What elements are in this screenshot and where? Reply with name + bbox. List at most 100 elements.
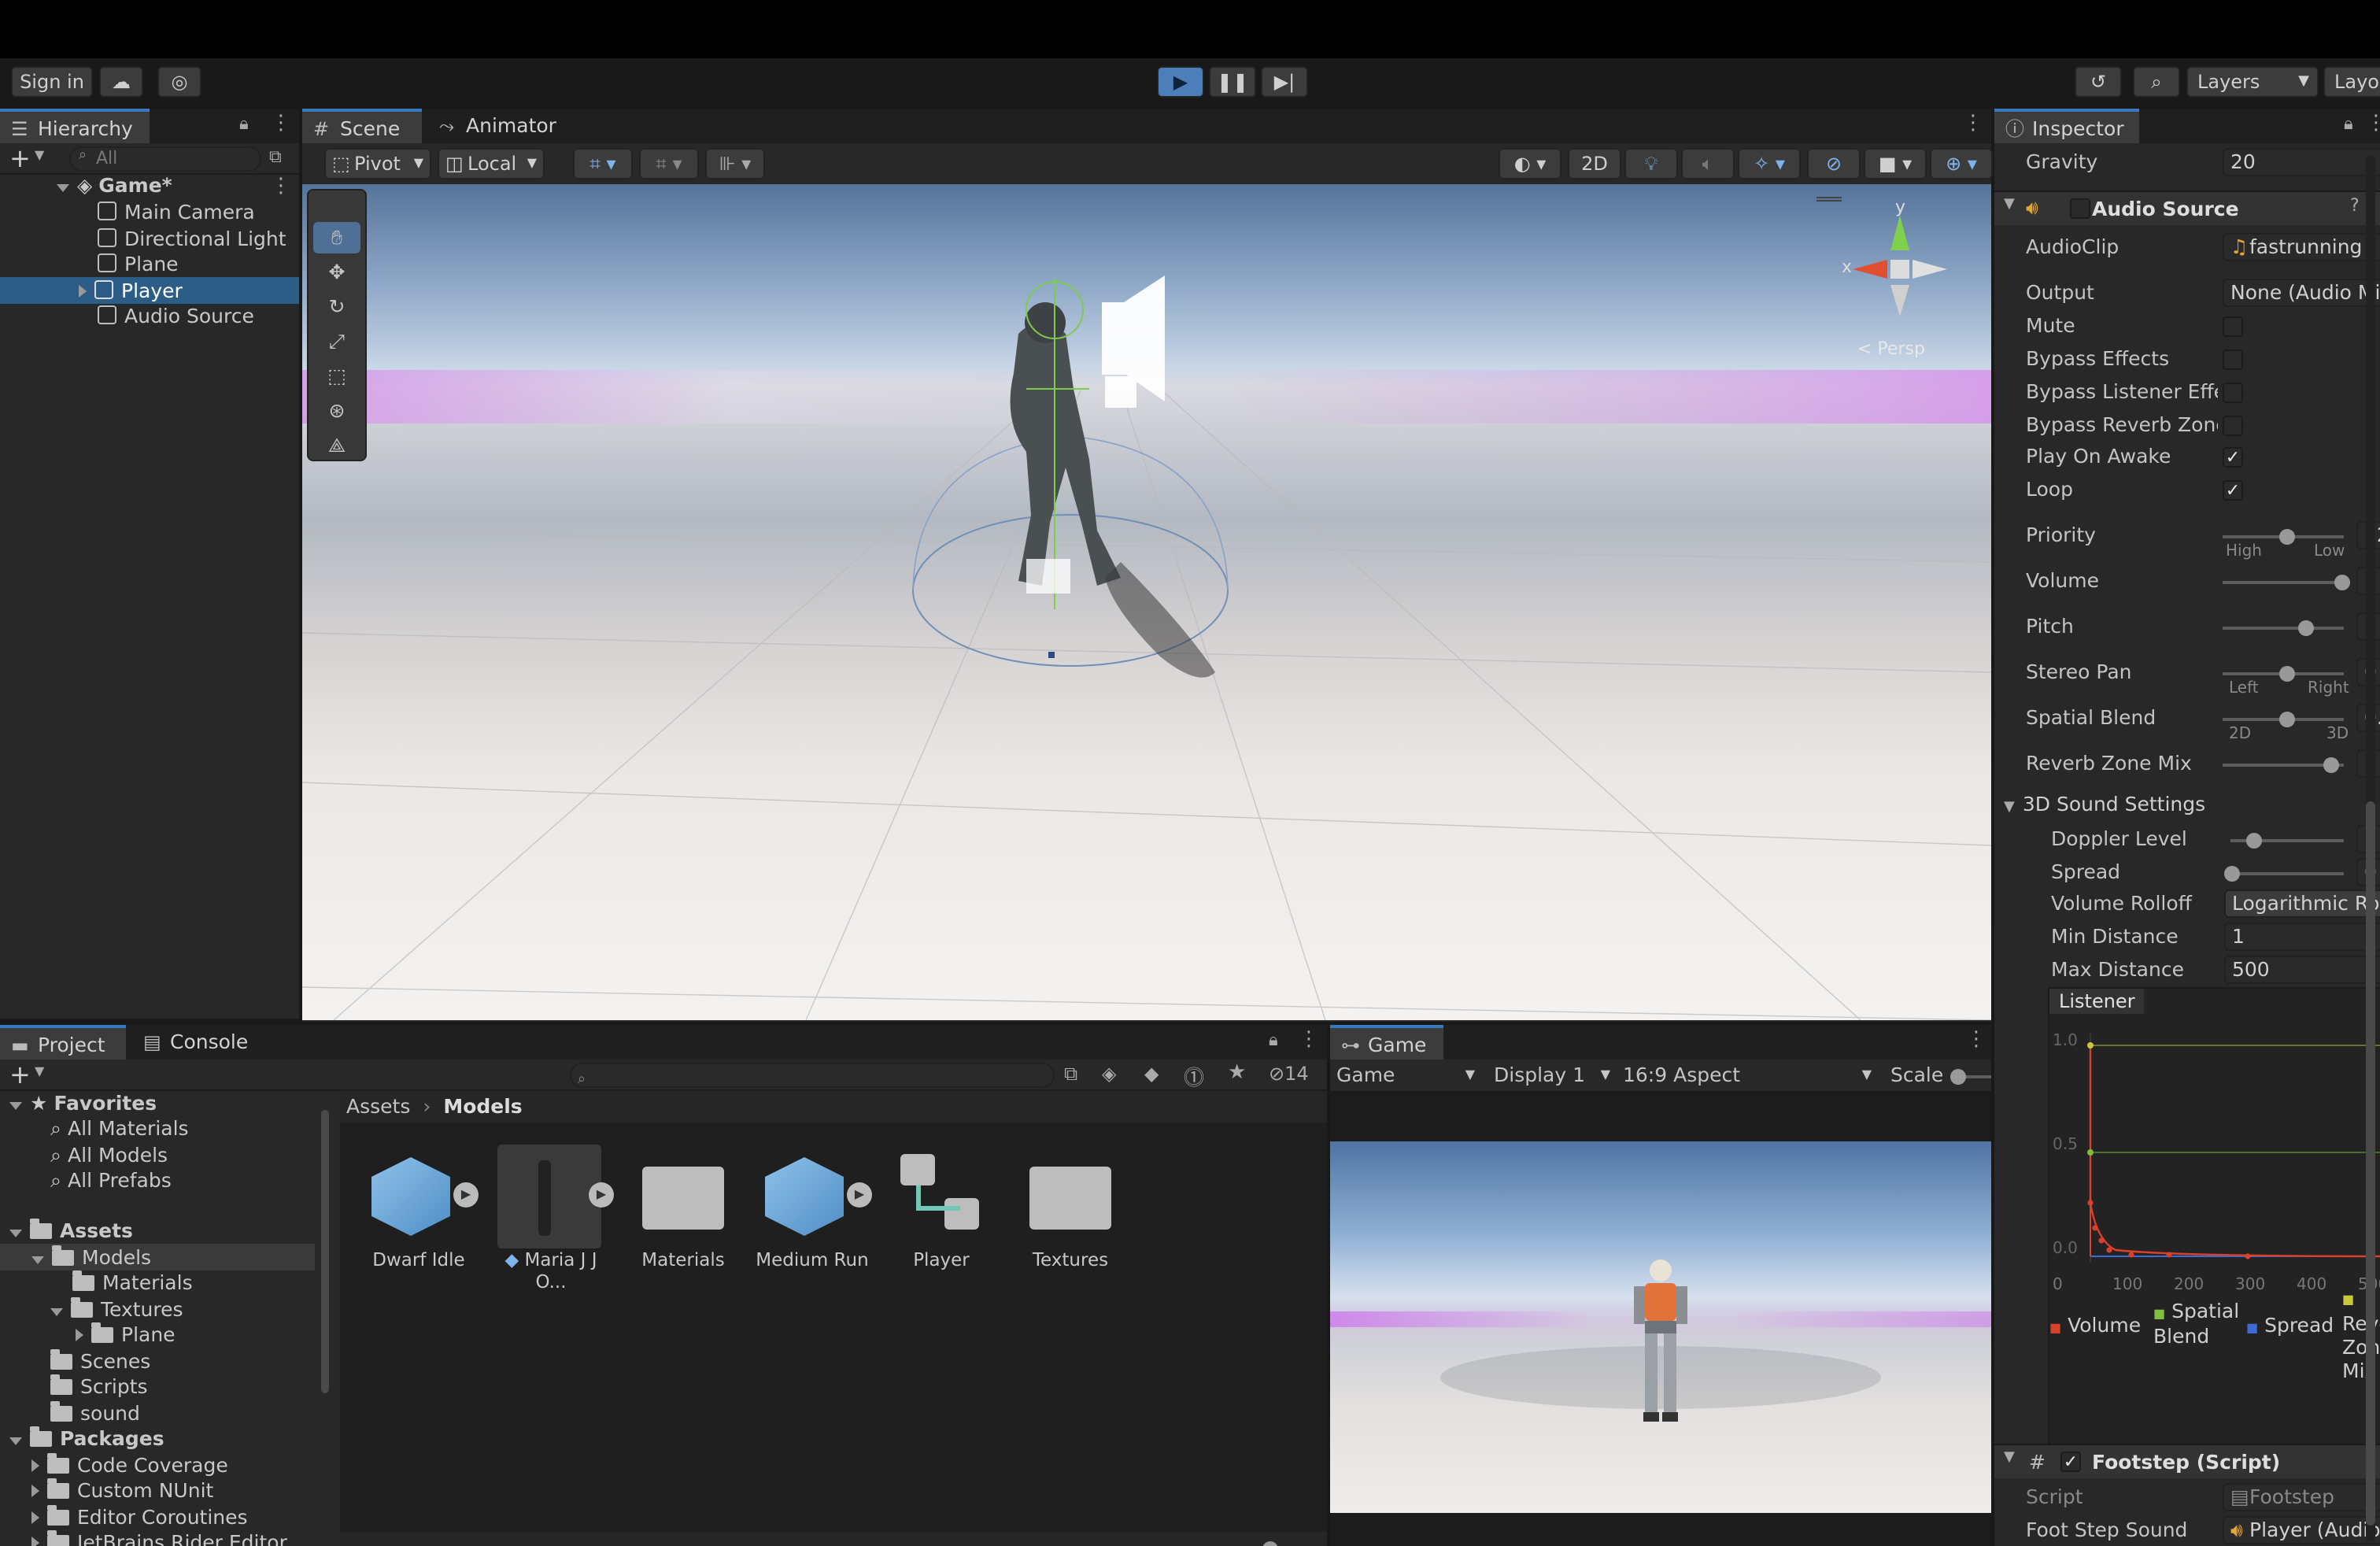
tab-inspector[interactable]: ⓘ Inspector xyxy=(1994,109,2139,143)
breadcrumb-assets[interactable]: Assets xyxy=(346,1094,410,1118)
chevron-down-icon[interactable]: ▼ xyxy=(35,1064,44,1078)
scene-menu-icon[interactable]: ⋮ xyxy=(271,175,291,198)
add-icon[interactable]: + xyxy=(9,1060,31,1089)
tree-scrollbar[interactable] xyxy=(320,1097,331,1546)
scene-viewport[interactable]: ✋︎ ✥ ↻ ⤢ ⬚ ⊛ ⟁ y x < Persp xyxy=(302,184,1991,1020)
persp-label[interactable]: < Persp xyxy=(1857,338,1925,359)
fav-all-models[interactable]: ⌕ All Models xyxy=(50,1143,168,1168)
sign-in-button[interactable]: Sign in xyxy=(11,66,93,98)
tab-project[interactable]: ▬ Project xyxy=(0,1025,126,1060)
packages-node[interactable]: Packages xyxy=(9,1426,164,1452)
pkg-jetbrains-rider[interactable]: JetBrains Rider Editor xyxy=(31,1530,287,1546)
asset-materials-folder[interactable]: Materials xyxy=(623,1145,743,1270)
lighting-button[interactable]: 💡︎ xyxy=(1624,148,1678,179)
more-icon[interactable]: ⋮ xyxy=(1299,1028,1319,1052)
spatial-blend-knob[interactable] xyxy=(2279,712,2295,727)
search-button[interactable]: ⌕ xyxy=(2133,66,2180,98)
pitch-knob[interactable] xyxy=(2298,620,2314,636)
play-button[interactable]: ▶ xyxy=(1157,66,1204,98)
expand-arrow-icon[interactable] xyxy=(31,1459,39,1472)
foldout-icon[interactable]: ▼ xyxy=(2004,197,2015,213)
doppler-slider[interactable] xyxy=(2230,833,2344,849)
alert-icon[interactable]: ⓵ xyxy=(1184,1061,1204,1091)
chevron-down-icon[interactable]: ▼ xyxy=(35,148,44,162)
tab-scene[interactable]: # Scene xyxy=(302,109,422,143)
thumbnail-size-knob[interactable] xyxy=(1262,1541,1278,1546)
reverb-knob[interactable] xyxy=(2323,757,2339,773)
pkg-editor-coroutines[interactable]: Editor Coroutines xyxy=(31,1505,248,1530)
volume-slider[interactable] xyxy=(2223,575,2350,590)
audioclip-field[interactable]: ♫ fastrunning xyxy=(2223,233,2380,261)
rotate-tool[interactable]: ↻ xyxy=(313,291,360,323)
effects-button[interactable]: ✧ ▾ xyxy=(1738,148,1801,179)
expand-arrow-icon[interactable] xyxy=(31,1511,39,1524)
asset-dwarf-idle[interactable]: ▶ Dwarf Idle xyxy=(359,1145,479,1270)
grid-button[interactable]: ⌗ ▾ xyxy=(639,148,699,179)
star-icon[interactable]: ★ xyxy=(1228,1061,1246,1085)
foot-step-sound-field[interactable]: 🔊︎ Player (Audio Sou xyxy=(2223,1516,2380,1544)
doppler-knob[interactable] xyxy=(2246,833,2262,849)
project-search-input[interactable]: ⌕ xyxy=(570,1063,1055,1088)
asset-medium-run[interactable]: ▶ Medium Run xyxy=(752,1145,872,1270)
hierarchy-item-main-camera[interactable]: Main Camera xyxy=(98,200,255,225)
play-on-awake-checkbox[interactable]: ✓ xyxy=(2223,447,2243,468)
play-icon[interactable]: ▶ xyxy=(589,1182,614,1208)
move-tool[interactable]: ✥ xyxy=(313,257,360,288)
menu-lines-icon[interactable] xyxy=(1816,197,1842,202)
assets-node[interactable]: Assets xyxy=(9,1219,133,1244)
bypass-listener-checkbox[interactable] xyxy=(2223,383,2243,403)
scale-tool[interactable]: ⤢ xyxy=(313,326,360,357)
rect-tool[interactable]: ⬚ xyxy=(313,361,360,392)
volume-rolloff-dropdown[interactable]: Logarithmic Rolloff▼ xyxy=(2224,890,2380,918)
layout-dropdown[interactable]: Layout▼ xyxy=(2323,66,2380,98)
expand-arrow-icon[interactable] xyxy=(31,1485,39,1497)
tree-textures[interactable]: Textures xyxy=(50,1297,183,1322)
game-view[interactable] xyxy=(1330,1141,1991,1513)
hierarchy-item-audio-source[interactable]: Audio Source xyxy=(98,304,254,329)
priority-knob[interactable] xyxy=(2279,529,2295,545)
expand-arrow-icon[interactable] xyxy=(9,1437,22,1445)
pitch-slider[interactable] xyxy=(2223,620,2344,636)
loop-checkbox[interactable]: ✓ xyxy=(2223,480,2243,501)
volume-knob[interactable] xyxy=(2334,575,2350,590)
scale-knob[interactable] xyxy=(1950,1069,1966,1085)
custom-tool[interactable]: ⟁ xyxy=(313,430,360,461)
hierarchy-item-directional-light[interactable]: Directional Light xyxy=(98,227,286,252)
tree-plane[interactable]: Plane xyxy=(76,1322,176,1348)
spread-knob[interactable] xyxy=(2224,866,2240,882)
foldout-icon[interactable]: ▼ xyxy=(2004,1450,2015,1466)
priority-slider[interactable] xyxy=(2223,529,2344,545)
inspector-scrollbar[interactable] xyxy=(2366,156,2375,1541)
help-icon[interactable]: ? xyxy=(2350,195,2360,216)
footstep-enabled-checkbox[interactable]: ✓ xyxy=(2060,1452,2081,1472)
increment-snap-button[interactable]: ⊪ ▾ xyxy=(705,148,765,179)
expand-arrow-icon[interactable] xyxy=(76,1329,83,1341)
gravity-field[interactable]: 20 xyxy=(2223,148,2380,176)
collab-button[interactable]: ◎ xyxy=(157,66,201,98)
more-icon[interactable]: ⋮ xyxy=(2366,112,2380,135)
expand-arrow-icon[interactable] xyxy=(57,184,69,192)
asset-player-controller[interactable]: Player xyxy=(881,1145,1001,1270)
expand-arrow-icon[interactable] xyxy=(31,1256,44,1264)
fav-all-materials[interactable]: ⌕ All Materials xyxy=(50,1116,189,1141)
tab-hierarchy[interactable]: ☰ Hierarchy xyxy=(0,109,150,143)
tab-animator[interactable]: ⤳ Animator xyxy=(428,109,570,143)
scrollbar-thumb[interactable] xyxy=(2366,801,2375,1526)
play-icon[interactable]: ▶ xyxy=(847,1182,872,1208)
filter-type-icon[interactable]: ◈ xyxy=(1102,1063,1116,1085)
favorites-node[interactable]: ★ Favorites xyxy=(9,1091,157,1116)
search-by-type-icon[interactable]: ⧉ xyxy=(1064,1063,1077,1086)
audio-button[interactable]: 🔈︎ xyxy=(1681,148,1735,179)
bypass-effects-checkbox[interactable] xyxy=(2223,350,2243,370)
gizmos-button[interactable]: ⊕ ▾ xyxy=(1930,148,1993,179)
tab-console[interactable]: ▤ Console xyxy=(132,1025,261,1060)
shading-mode-button[interactable]: ◐ ▾ xyxy=(1499,148,1561,179)
tree-scripts[interactable]: Scripts xyxy=(50,1374,148,1400)
scale-slider[interactable] xyxy=(1950,1069,1991,1085)
pause-button[interactable]: ❚❚ xyxy=(1209,66,1256,98)
lock-icon[interactable]: 🔒︎ xyxy=(2344,113,2353,135)
hidden-packages-button[interactable]: ⊘14 xyxy=(1269,1063,1309,1085)
breadcrumb-models[interactable]: Models xyxy=(443,1094,522,1118)
orientation-gizmo[interactable] xyxy=(1837,200,1963,326)
asset-textures-folder[interactable]: Textures xyxy=(1011,1145,1130,1270)
